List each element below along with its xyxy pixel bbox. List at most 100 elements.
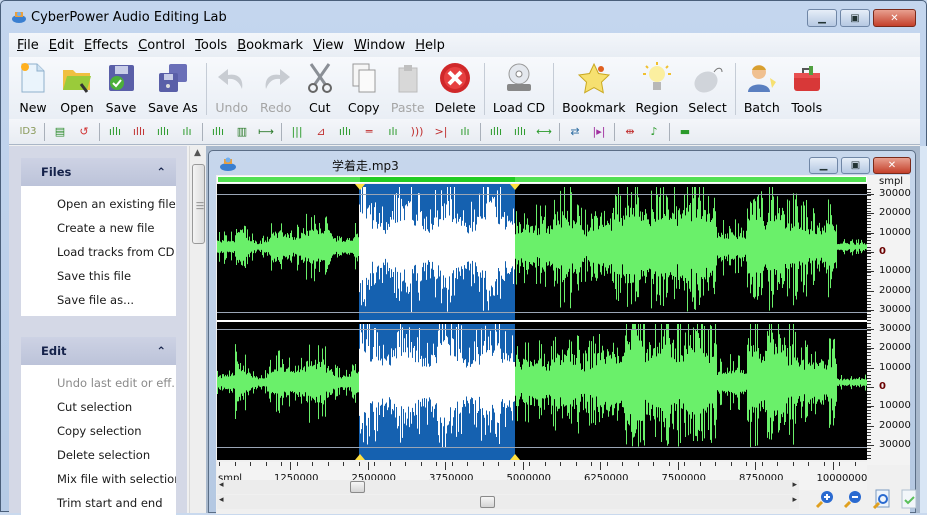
- scroll-up-arrow-icon[interactable]: ▲: [194, 148, 201, 158]
- noise-button[interactable]: ═: [360, 124, 378, 140]
- doc-maximize-button[interactable]: ▣: [841, 157, 870, 174]
- menu-window[interactable]: Window: [354, 38, 405, 53]
- waveform-tracks[interactable]: [217, 184, 867, 460]
- edit-task-item[interactable]: Mix file with selection: [21, 467, 176, 491]
- apply-button[interactable]: [898, 488, 920, 510]
- y-minor-tick: [867, 422, 871, 424]
- menu-effects[interactable]: Effects: [84, 38, 128, 53]
- trim-button[interactable]: ⇹: [621, 124, 639, 140]
- flanger-button[interactable]: >|: [432, 124, 450, 140]
- y-minor-tick: [867, 419, 871, 421]
- pitch-button[interactable]: ılı: [456, 124, 474, 140]
- load-cd-button[interactable]: Load CD: [493, 57, 545, 119]
- convert-button[interactable]: ⇄: [566, 124, 584, 140]
- open-button[interactable]: Open: [60, 57, 94, 119]
- selection-start-marker[interactable]: [355, 184, 365, 190]
- files-task-item[interactable]: Create a new file: [21, 216, 176, 240]
- scroll-right-arrow-icon[interactable]: ▸: [792, 480, 797, 490]
- filter-button[interactable]: ıllı: [511, 124, 529, 140]
- edit-panel-header[interactable]: Edit ⌃: [21, 337, 176, 365]
- minimize-button[interactable]: ▁: [807, 9, 837, 27]
- zoom-scroll-thumb[interactable]: [350, 481, 365, 493]
- new-button[interactable]: New: [16, 57, 50, 119]
- files-panel-header[interactable]: Files ⌃: [21, 158, 176, 186]
- menu-control[interactable]: Control: [138, 38, 185, 53]
- doc-close-button[interactable]: ✕: [873, 157, 911, 174]
- id3-tag-button[interactable]: ID3: [18, 124, 38, 140]
- sidebar-scroll-thumb[interactable]: — — —: [192, 164, 205, 244]
- files-task-item[interactable]: Load tracks from CD: [21, 240, 176, 264]
- compressor-button[interactable]: ıllı: [336, 124, 354, 140]
- sidebar-scrollbar[interactable]: ▲ — — —: [189, 146, 206, 513]
- close-button[interactable]: ✕: [873, 9, 916, 27]
- title-bar[interactable]: CyberPower Audio Editing Lab ▁ ▣ ✕: [1, 1, 926, 33]
- reverb-button[interactable]: ))): [408, 124, 426, 140]
- horizontal-position-scrollbar[interactable]: ◂ ▸: [217, 495, 799, 509]
- edit-task-item[interactable]: Delete selection: [21, 443, 176, 467]
- selection-end-marker[interactable]: [510, 184, 520, 190]
- fade-in-button[interactable]: ıllı: [130, 124, 148, 140]
- horizontal-zoom-scrollbar[interactable]: ◂ ▸: [217, 480, 799, 494]
- tempo-button[interactable]: ⟷: [535, 124, 553, 140]
- menu-file[interactable]: File: [17, 38, 39, 53]
- echo-button[interactable]: |||: [288, 124, 306, 140]
- x-minor-tick: [358, 462, 360, 466]
- select-button[interactable]: Select: [688, 57, 727, 119]
- zoom-out-button[interactable]: [842, 488, 864, 510]
- doc-minimize-button[interactable]: ▁: [809, 157, 838, 174]
- copy-button[interactable]: Copy: [347, 57, 381, 119]
- edit-task-item[interactable]: Copy selection: [21, 419, 176, 443]
- music-button[interactable]: ♪: [645, 124, 663, 140]
- cut-button[interactable]: Cut: [303, 57, 337, 119]
- bookmark-button[interactable]: Bookmark: [562, 57, 625, 119]
- scroll-right-arrow-icon[interactable]: ▸: [792, 495, 797, 505]
- files-task-item[interactable]: Save this file: [21, 264, 176, 288]
- menu-view[interactable]: View: [313, 38, 344, 53]
- reverse-button[interactable]: ↺: [75, 124, 93, 140]
- menu-bookmark[interactable]: Bookmark: [237, 38, 303, 53]
- eq-button[interactable]: ıllı: [487, 124, 505, 140]
- save-button[interactable]: Save: [104, 57, 138, 119]
- delete-button[interactable]: Delete: [435, 57, 476, 119]
- files-task-item[interactable]: Open an existing file: [21, 192, 176, 216]
- collapse-chevron-icon[interactable]: ⌃: [156, 344, 166, 358]
- scroll-left-arrow-icon[interactable]: ◂: [219, 480, 224, 490]
- y-tick-label: 20000: [879, 207, 911, 219]
- region-button[interactable]: Region: [635, 57, 678, 119]
- insert-file-button[interactable]: ▤: [51, 124, 69, 140]
- menu-edit[interactable]: Edit: [49, 38, 74, 53]
- stretch-button[interactable]: ⟼: [257, 124, 275, 140]
- files-task-item[interactable]: Save file as...: [21, 288, 176, 312]
- amplify-button[interactable]: ıllı: [106, 124, 124, 140]
- zoom-in-button[interactable]: [814, 488, 836, 510]
- paste-button[interactable]: Paste: [391, 57, 425, 119]
- channel-button[interactable]: |▸|: [590, 124, 608, 140]
- mixer-button[interactable]: ▬: [676, 124, 694, 140]
- position-scroll-thumb[interactable]: [480, 496, 495, 508]
- zoom-fit-button[interactable]: [870, 488, 892, 510]
- maximize-button[interactable]: ▣: [840, 9, 870, 27]
- normalize-button[interactable]: ılı: [178, 124, 196, 140]
- insert-silence-button[interactable]: ▥: [233, 124, 251, 140]
- envelope-button[interactable]: ⊿: [312, 124, 330, 140]
- selection-end-marker-bottom[interactable]: [510, 454, 520, 460]
- overview-bar[interactable]: [217, 176, 867, 183]
- menu-help[interactable]: Help: [415, 38, 445, 53]
- id3-label: ID3: [19, 126, 37, 137]
- edit-task-item[interactable]: Trim start and end: [21, 491, 176, 515]
- redo-button[interactable]: Redo: [259, 57, 293, 119]
- silence-button[interactable]: ıllı: [209, 124, 227, 140]
- menu-tools[interactable]: Tools: [195, 38, 227, 53]
- undo-button[interactable]: Undo: [215, 57, 249, 119]
- fade-out-button[interactable]: ıllı: [154, 124, 172, 140]
- collapse-chevron-icon[interactable]: ⌃: [156, 165, 166, 179]
- scroll-left-arrow-icon[interactable]: ◂: [219, 495, 224, 505]
- selection-start-marker-bottom[interactable]: [355, 454, 365, 460]
- save-as-button[interactable]: Save As: [148, 57, 198, 119]
- tools-button[interactable]: Tools: [790, 57, 824, 119]
- edit-task-item[interactable]: Undo last edit or eff...: [21, 371, 176, 395]
- vibrato-button[interactable]: ılı: [384, 124, 402, 140]
- batch-button[interactable]: Batch: [744, 57, 780, 119]
- y-minor-tick: [867, 397, 871, 398]
- edit-task-item[interactable]: Cut selection: [21, 395, 176, 419]
